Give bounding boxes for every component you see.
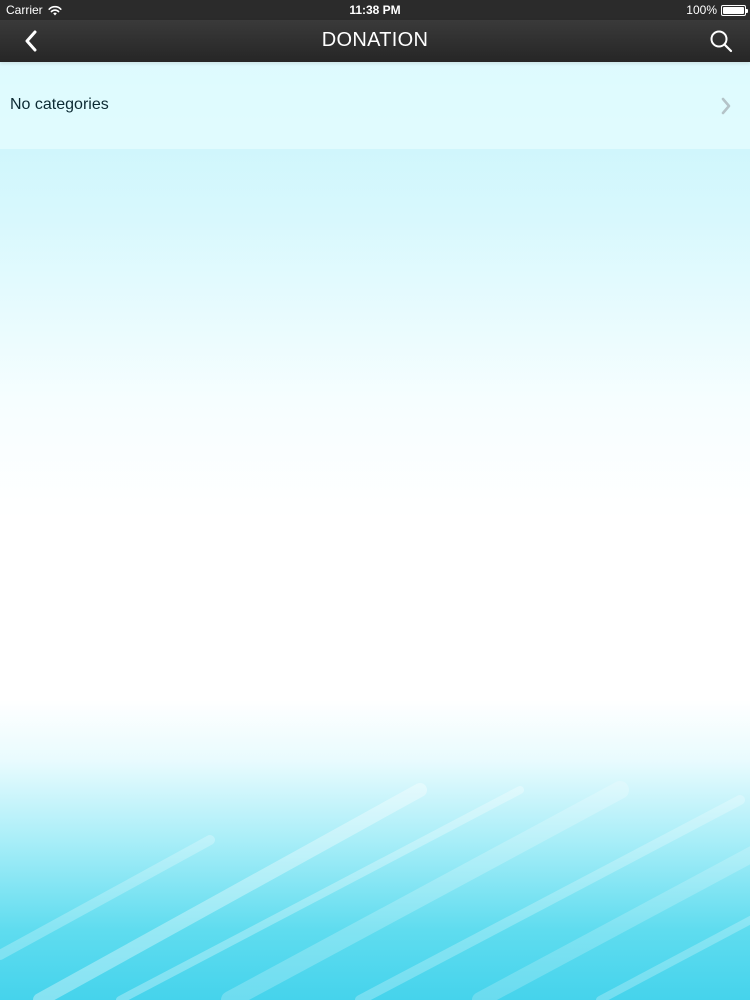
page-title: DONATION bbox=[321, 29, 429, 51]
search-button[interactable] bbox=[706, 26, 736, 56]
search-icon bbox=[710, 30, 733, 53]
battery-percent: 100% bbox=[686, 3, 717, 17]
chevron-left-icon bbox=[25, 30, 37, 52]
no-categories-label: No categories bbox=[10, 96, 109, 113]
battery-fill bbox=[723, 6, 744, 14]
background-light-streaks bbox=[0, 781, 750, 1000]
status-bar: Carrier 11:38 PM 100% bbox=[0, 0, 750, 20]
status-time: 11:38 PM bbox=[349, 3, 401, 17]
chevron-right-icon bbox=[721, 97, 731, 115]
category-list-item[interactable]: No categories bbox=[0, 62, 750, 149]
status-right: 100% bbox=[686, 3, 748, 17]
navigation-bar: DONATION bbox=[0, 20, 750, 62]
back-button[interactable] bbox=[14, 27, 48, 55]
battery-icon bbox=[721, 4, 748, 16]
